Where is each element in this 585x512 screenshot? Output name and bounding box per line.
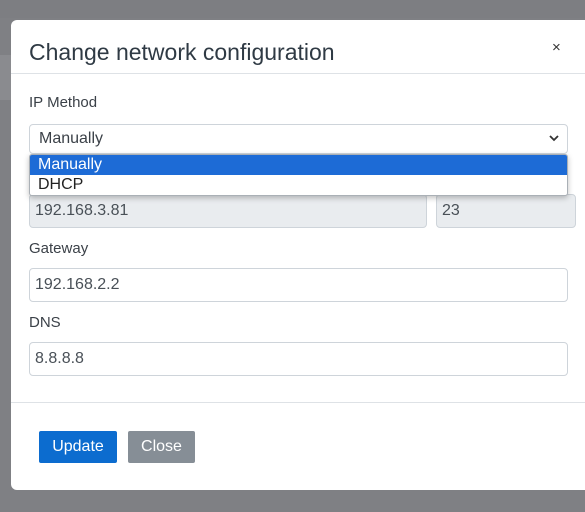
prefix-value: 23 (442, 202, 460, 219)
ip-method-dropdown: Manually DHCP (29, 154, 568, 196)
close-icon[interactable]: × (552, 39, 561, 57)
option-manually[interactable]: Manually (30, 155, 567, 175)
gateway-label: Gateway (29, 240, 89, 257)
close-button[interactable]: Close (128, 431, 195, 463)
ip-address-value: 192.168.3.81 (35, 202, 129, 219)
network-config-modal: Change network configuration × IP Method… (11, 20, 585, 490)
gateway-value: 192.168.2.2 (35, 276, 120, 293)
chevron-down-icon (549, 135, 559, 142)
backdrop (0, 0, 585, 18)
option-dhcp[interactable]: DHCP (30, 175, 567, 195)
prefix-field[interactable]: 23 (436, 194, 576, 228)
dns-label: DNS (29, 314, 61, 331)
dns-field[interactable]: 8.8.8.8 (29, 342, 568, 376)
modal-header: Change network configuration × (11, 20, 585, 74)
dns-value: 8.8.8.8 (35, 350, 84, 367)
update-button[interactable]: Update (39, 431, 117, 463)
ip-method-select[interactable]: Manually (29, 124, 568, 154)
gateway-field[interactable]: 192.168.2.2 (29, 268, 568, 302)
ip-method-label: IP Method (29, 94, 98, 111)
ip-address-field[interactable]: 192.168.3.81 (29, 194, 427, 228)
footer-divider (11, 402, 585, 403)
modal-title: Change network configuration (29, 39, 335, 65)
ip-method-value: Manually (39, 130, 104, 147)
